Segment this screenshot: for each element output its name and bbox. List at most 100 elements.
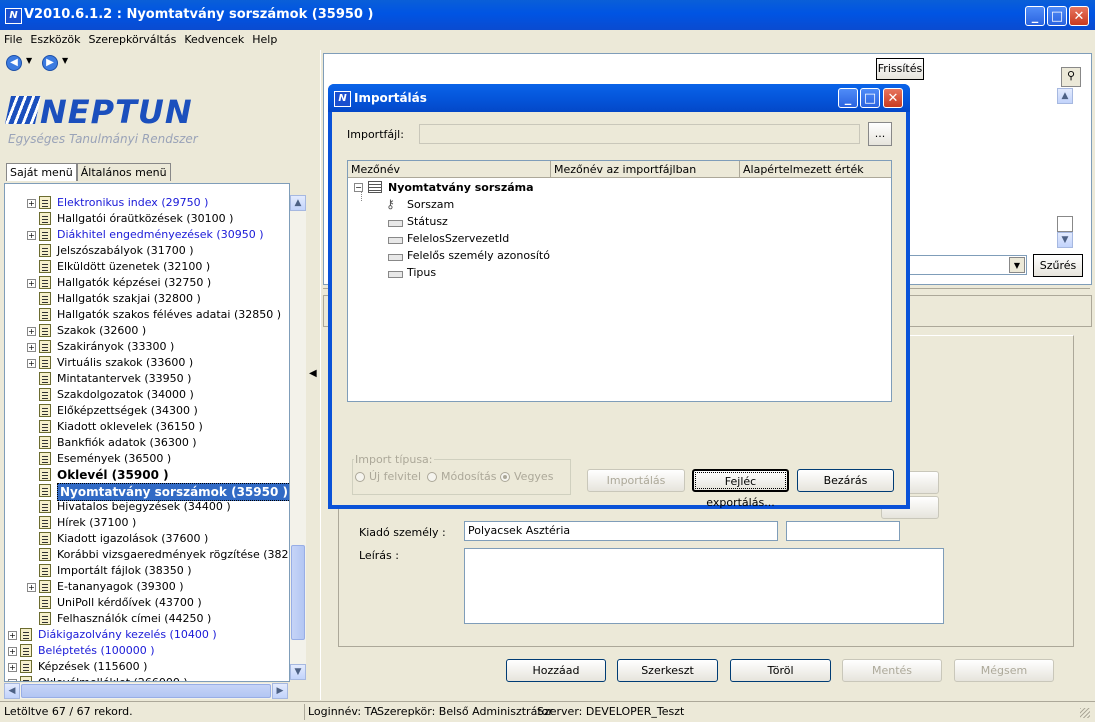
- cancel-button[interactable]: Mégsem: [954, 659, 1054, 682]
- expand-node-icon[interactable]: +: [27, 583, 36, 592]
- tree-item[interactable]: Szakdolgozatok (34000 ): [5, 387, 289, 403]
- radio-mixed[interactable]: [500, 472, 510, 482]
- pin-icon[interactable]: ⚲: [1061, 67, 1081, 87]
- dialog-maximize-icon[interactable]: □: [860, 88, 880, 108]
- tree-item[interactable]: Importált fájlok (38350 ): [5, 563, 289, 579]
- tree-item[interactable]: Felhasználók címei (44250 ): [5, 611, 289, 627]
- save-button[interactable]: Mentés: [842, 659, 942, 682]
- tree-item[interactable]: Hírek (37100 ): [5, 515, 289, 531]
- scroll-thumb[interactable]: [291, 545, 305, 640]
- forward-icon[interactable]: ▶: [42, 55, 58, 71]
- menu-tools[interactable]: Eszközök: [26, 31, 84, 48]
- tree-item[interactable]: + Oklevélmelléklet (266000 ): [5, 675, 289, 681]
- tree-item[interactable]: Oklevél (35900 ): [5, 467, 289, 483]
- add-button[interactable]: Hozzáad: [506, 659, 606, 682]
- menu-tree[interactable]: + Elektronikus index (29750 ) Hallgatói ór…: [4, 183, 290, 682]
- expand-node-icon[interactable]: +: [27, 231, 36, 240]
- list-scroll-down-icon[interactable]: ▼: [1057, 232, 1073, 248]
- issuer-extra-field[interactable]: [786, 521, 900, 541]
- expand-node-icon[interactable]: +: [8, 647, 17, 656]
- dialog-minimize-icon[interactable]: _: [838, 88, 858, 108]
- tree-item[interactable]: + Képzések (115600 ): [5, 659, 289, 675]
- menu-file[interactable]: File: [0, 31, 26, 48]
- import-button[interactable]: Importálás: [587, 469, 685, 492]
- issuer-field[interactable]: Polyacsek Asztéria: [464, 521, 778, 541]
- tree-item[interactable]: Hallgatók szakjai (32800 ): [5, 291, 289, 307]
- tree-vertical-scrollbar[interactable]: ▲ ▼: [290, 195, 306, 680]
- expand-node-icon[interactable]: +: [8, 679, 17, 681]
- tree-item[interactable]: UniPoll kérdőívek (43700 ): [5, 595, 289, 611]
- field-item[interactable]: Sorszam: [407, 198, 454, 211]
- field-item[interactable]: Tipus: [407, 266, 436, 279]
- tree-item[interactable]: + Beléptetés (100000 ): [5, 643, 289, 659]
- hscroll-thumb[interactable]: [21, 684, 271, 698]
- forward-dropdown-icon[interactable]: ▼: [62, 56, 68, 65]
- tree-item[interactable]: + Elektronikus index (29750 ): [5, 195, 289, 211]
- filter-button[interactable]: Szűrés: [1033, 254, 1083, 277]
- expand-node-icon[interactable]: +: [27, 327, 36, 336]
- tree-item[interactable]: Nyomtatvány sorszámok (35950 ): [5, 483, 289, 501]
- tree-item[interactable]: + Diákigazolvány kezelés (10400 ): [5, 627, 289, 643]
- column-field-name[interactable]: Mezőnév: [348, 161, 551, 178]
- expand-node-icon[interactable]: +: [27, 279, 36, 288]
- expand-node-icon[interactable]: +: [27, 359, 36, 368]
- radio-new[interactable]: [355, 472, 365, 482]
- scroll-left-icon[interactable]: ◀: [4, 683, 20, 699]
- tree-item[interactable]: Kiadott oklevelek (36150 ): [5, 419, 289, 435]
- scroll-up-icon[interactable]: ▲: [290, 195, 306, 211]
- resize-grip-icon[interactable]: [1080, 708, 1090, 718]
- window-title-bar[interactable]: N V2010.6.1.2 : Nyomtatvány sorszámok (3…: [0, 0, 1095, 30]
- dialog-close-icon[interactable]: ✕: [883, 88, 903, 108]
- expand-node-icon[interactable]: +: [27, 199, 36, 208]
- root-node-label[interactable]: Nyomtatvány sorszáma: [388, 181, 534, 194]
- tree-item[interactable]: Hivatalos bejegyzések (34400 ): [5, 499, 289, 515]
- tree-item[interactable]: Jelszószabályok (31700 ): [5, 243, 289, 259]
- description-field[interactable]: [464, 548, 944, 624]
- import-file-field[interactable]: [419, 124, 860, 144]
- expand-node-icon[interactable]: +: [27, 343, 36, 352]
- tree-item[interactable]: + Szakok (32600 ): [5, 323, 289, 339]
- tab-own-menu[interactable]: Saját menü: [6, 163, 77, 181]
- tree-item[interactable]: Előképzettségek (34300 ): [5, 403, 289, 419]
- scroll-right-icon[interactable]: ▶: [272, 683, 288, 699]
- minimize-icon[interactable]: _: [1025, 6, 1045, 26]
- tree-item[interactable]: + Diákhitel engedményezések (30950 ): [5, 227, 289, 243]
- expand-node-icon[interactable]: +: [8, 663, 17, 672]
- field-item[interactable]: FelelosSzervezetId: [407, 232, 509, 245]
- scroll-down-icon[interactable]: ▼: [290, 664, 306, 680]
- field-item[interactable]: Felelős személy azonosító: [407, 249, 550, 262]
- field-item[interactable]: Státusz: [407, 215, 448, 228]
- back-dropdown-icon[interactable]: ▼: [26, 56, 32, 65]
- field-mapping-grid[interactable]: Mezőnév Mezőnév az importfájlban Alapért…: [347, 160, 892, 402]
- dialog-title-bar[interactable]: N Importálás _ □ ✕: [328, 84, 910, 112]
- column-import-field-name[interactable]: Mezőnév az importfájlban: [551, 161, 740, 178]
- delete-button[interactable]: Töröl: [730, 659, 831, 682]
- tree-item[interactable]: Korábbi vizsgaeredmények rögzítése (3820…: [5, 547, 289, 563]
- list-scroll-thumb[interactable]: [1057, 216, 1073, 232]
- tree-item[interactable]: + Hallgatók képzései (32750 ): [5, 275, 289, 291]
- radio-modify[interactable]: [427, 472, 437, 482]
- tree-item[interactable]: Hallgatók szakos féléves adatai (32850 ): [5, 307, 289, 323]
- tree-item[interactable]: Bankfiók adatok (36300 ): [5, 435, 289, 451]
- list-scroll-up-icon[interactable]: ▲: [1057, 88, 1073, 104]
- maximize-icon[interactable]: □: [1047, 6, 1067, 26]
- close-button[interactable]: Bezárás: [797, 469, 894, 492]
- export-header-button[interactable]: Fejléc exportálás...: [692, 469, 789, 509]
- column-default-value[interactable]: Alapértelmezett érték: [740, 161, 891, 178]
- tab-general-menu[interactable]: Általános menü: [76, 163, 171, 181]
- refresh-button[interactable]: Frissítés: [876, 58, 924, 80]
- menu-favorites[interactable]: Kedvencek: [180, 31, 248, 48]
- tree-item[interactable]: Elküldött üzenetek (32100 ): [5, 259, 289, 275]
- tree-item[interactable]: + Virtuális szakok (33600 ): [5, 355, 289, 371]
- tree-item[interactable]: Hallgatói óraütközések (30100 ): [5, 211, 289, 227]
- collapse-panel-icon[interactable]: ◀: [309, 368, 317, 379]
- edit-button[interactable]: Szerkeszt: [617, 659, 718, 682]
- close-icon[interactable]: ✕: [1069, 6, 1089, 26]
- browse-button[interactable]: ...: [868, 122, 892, 146]
- chevron-down-icon[interactable]: ▼: [1009, 257, 1025, 273]
- tree-item[interactable]: + Szakirányok (33300 ): [5, 339, 289, 355]
- tree-item[interactable]: Események (36500 ): [5, 451, 289, 467]
- menu-help[interactable]: Help: [248, 31, 281, 48]
- tree-item[interactable]: + E-tananyagok (39300 ): [5, 579, 289, 595]
- tree-item[interactable]: Mintatantervek (33950 ): [5, 371, 289, 387]
